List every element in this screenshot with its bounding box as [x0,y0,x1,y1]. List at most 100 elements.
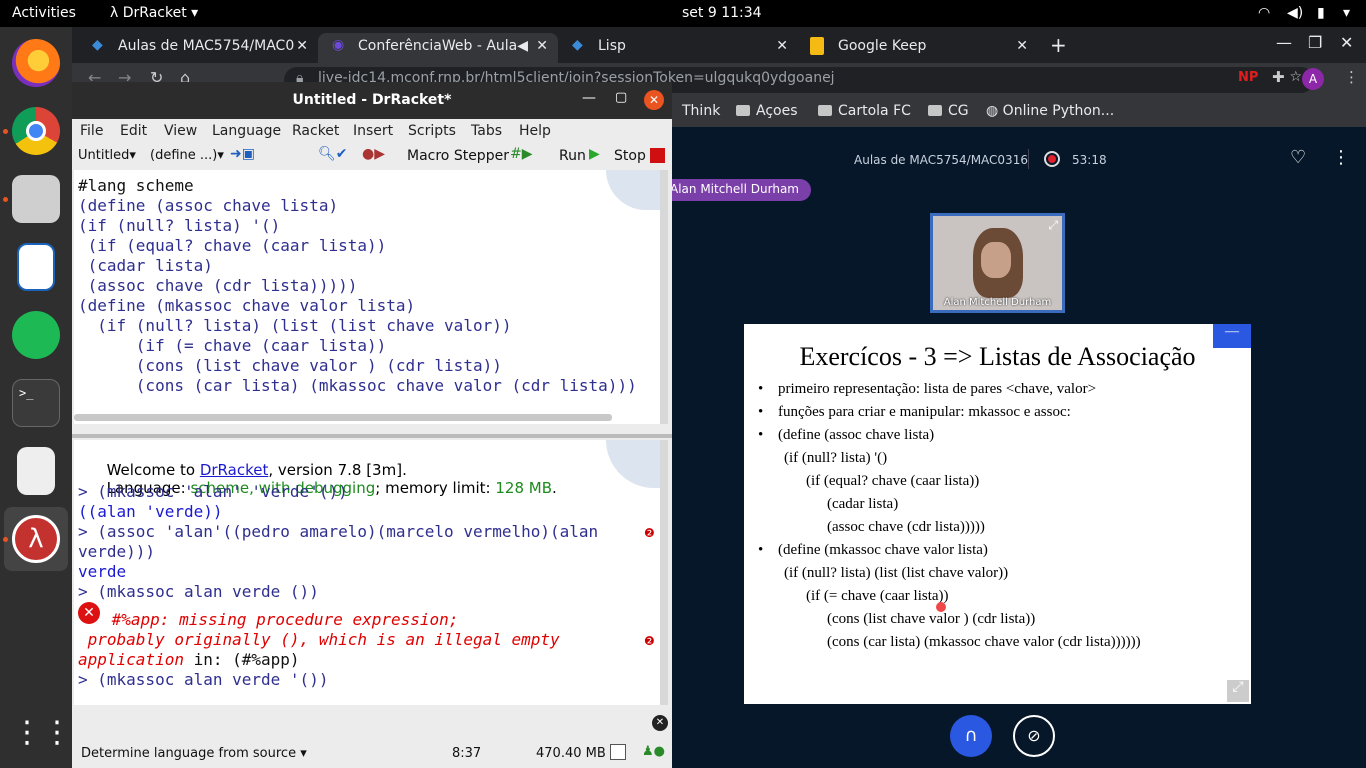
close-interactions-icon[interactable]: ✕ [652,715,668,731]
webcam-video[interactable]: ⤢ Alan Mitchell Durham [930,213,1065,313]
language-selector[interactable]: Determine language from source ▾ [81,746,307,761]
heart-icon[interactable]: ♡ [1290,147,1306,168]
tab-conferencia[interactable]: ◉ ConferênciaWeb - Aula ◀ ✕ [318,33,558,63]
options-menu-icon[interactable]: ⋮ [1332,147,1350,168]
chrome-icon[interactable] [12,107,60,155]
code-line: (assoc chave (cdr lista))))) [78,276,358,295]
menu-language[interactable]: Language [212,123,281,139]
minimize-button[interactable]: — [582,90,596,106]
bookmark-online-python[interactable]: ◍ Online Python... [986,103,1114,119]
editor-scrollbar[interactable] [660,170,668,424]
extensions-puzzle-icon[interactable]: ✚ [1272,68,1285,86]
code-line: (if (null? lista) '() [78,216,281,235]
fullscreen-icon[interactable]: ⤢ [1227,680,1249,702]
bookmark-think[interactable]: Think [682,103,720,119]
tab-label: Aulas de MAC5754/MAC0 [118,38,295,54]
save-icon[interactable]: ➜▣ [230,146,255,162]
check-syntax-icon[interactable]: 🔍︎✔ [318,146,348,162]
bookmark-cg[interactable]: CG [928,103,969,119]
writer-icon[interactable] [17,243,55,291]
close-icon[interactable]: ✕ [296,38,308,54]
minimize-presentation-button[interactable]: — [1213,324,1251,348]
file-dropdown[interactable]: Untitled▾ [78,148,136,163]
tab-lisp[interactable]: ◆ Lisp ✕ [558,33,798,63]
menu-edit[interactable]: Edit [120,123,147,139]
macro-stepper-button[interactable]: Macro Stepper [407,148,509,164]
slide-line: (if (null? lista) '() [784,450,888,466]
define-dropdown[interactable]: (define ...)▾ [150,148,224,163]
system-menu-chevron-icon[interactable]: ▾ [1343,5,1350,21]
bullet: • [758,542,764,558]
presentation-slide: Exercícos - 3 => Listas de Associação — … [744,324,1251,704]
close-icon[interactable]: ✕ [1016,38,1028,54]
error-icon[interactable]: ✕ [78,602,100,624]
window-close-button[interactable]: ✕ [1340,33,1353,52]
activities-button[interactable]: Activities [12,5,76,21]
app-menu[interactable]: λ DrRacket ▾ [110,5,198,21]
drracket-icon[interactable]: λ [12,515,60,563]
error-message: application [78,650,184,669]
chrome-menu-icon[interactable]: ⋮ [1344,68,1359,86]
repl-input: > (mkassoc 'alan' 'verde'()) [78,482,348,501]
recording-icon[interactable] [1044,151,1060,167]
wifi-icon[interactable]: ◠ [1258,5,1270,21]
horizontal-scrollbar[interactable] [74,414,612,421]
repl-input: verde))) [78,542,156,561]
bookmark-cartola[interactable]: Cartola FC [818,103,911,119]
close-button[interactable]: ✕ [644,90,664,110]
document-reader-icon[interactable] [17,447,55,495]
memory-usage[interactable]: 470.40 MB [536,746,606,761]
menu-tabs[interactable]: Tabs [471,123,502,139]
keep-icon [810,37,824,55]
stop-button[interactable]: Stop [614,148,646,164]
menu-racket[interactable]: Racket [292,123,339,139]
window-minimize-button[interactable]: — [1276,33,1292,52]
headphones-button[interactable]: ∩ [950,715,992,757]
np-extension-icon[interactable]: NP [1238,70,1258,85]
running-indicator [3,129,8,134]
camera-off-button[interactable]: ⊘ [1013,715,1055,757]
divider [1028,149,1029,169]
code-line: (define (assoc chave lista) [78,196,339,215]
interactions-scrollbar[interactable] [660,440,668,705]
profile-avatar[interactable]: A [1302,68,1324,90]
tab-google-keep[interactable]: Google Keep ✕ [798,33,1038,63]
macro-stepper-icon: #▶ [510,146,533,162]
menu-file[interactable]: File [80,123,103,139]
close-icon[interactable]: ✕ [536,38,548,54]
files-icon[interactable] [12,175,60,223]
window-maximize-button[interactable]: ❐ [1308,33,1322,52]
bookmark-acoes[interactable]: Açoes [736,103,798,119]
run-button[interactable]: Run [559,148,586,164]
interactions-pane[interactable]: Welcome to DrRacket, version 7.8 [3m]. L… [74,440,660,705]
clock[interactable]: set 9 11:34 [682,5,762,21]
menu-view[interactable]: View [164,123,197,139]
volume-icon[interactable]: ◀) [1287,5,1303,21]
language-selector-label: Determine language from source [81,746,297,761]
repl-input: > (mkassoc alan verde ()) [78,582,319,601]
bookmark-star-icon[interactable]: ☆ [1289,69,1302,85]
spotify-icon[interactable] [12,311,60,359]
debug-icon[interactable]: ●▶ [362,146,385,162]
tab-favicon-icon: ◉ [332,37,345,53]
close-icon[interactable]: ✕ [776,38,788,54]
battery-icon[interactable]: ▮ [1317,5,1325,21]
fullscreen-icon[interactable]: ⤢ [1048,218,1058,233]
new-tab-button[interactable]: + [1050,33,1067,57]
audio-playing-icon[interactable]: ◀ [517,38,528,54]
recording-time: 53:18 [1072,153,1107,167]
slide-line: (if (equal? chave (caar lista)) [806,473,980,489]
maximize-button[interactable]: ▢ [615,90,627,105]
pane-splitter[interactable] [72,434,672,438]
menu-scripts[interactable]: Scripts [408,123,456,139]
firefox-icon[interactable] [12,39,60,87]
app-menu-label: DrRacket [122,5,187,21]
menu-help[interactable]: Help [519,123,551,139]
repl-output: ((alan 'verde)) [78,502,223,521]
apps-grid-icon[interactable]: ⋮⋮⋮ [12,711,102,759]
error-marker-icon: ❷ [644,634,655,648]
menu-insert[interactable]: Insert [353,123,393,139]
tab-aulas[interactable]: ◆ Aulas de MAC5754/MAC0 ✕ [78,33,318,63]
definitions-editor[interactable]: #lang scheme (define (assoc chave lista)… [74,170,660,424]
terminal-icon[interactable]: >_ [12,379,60,427]
